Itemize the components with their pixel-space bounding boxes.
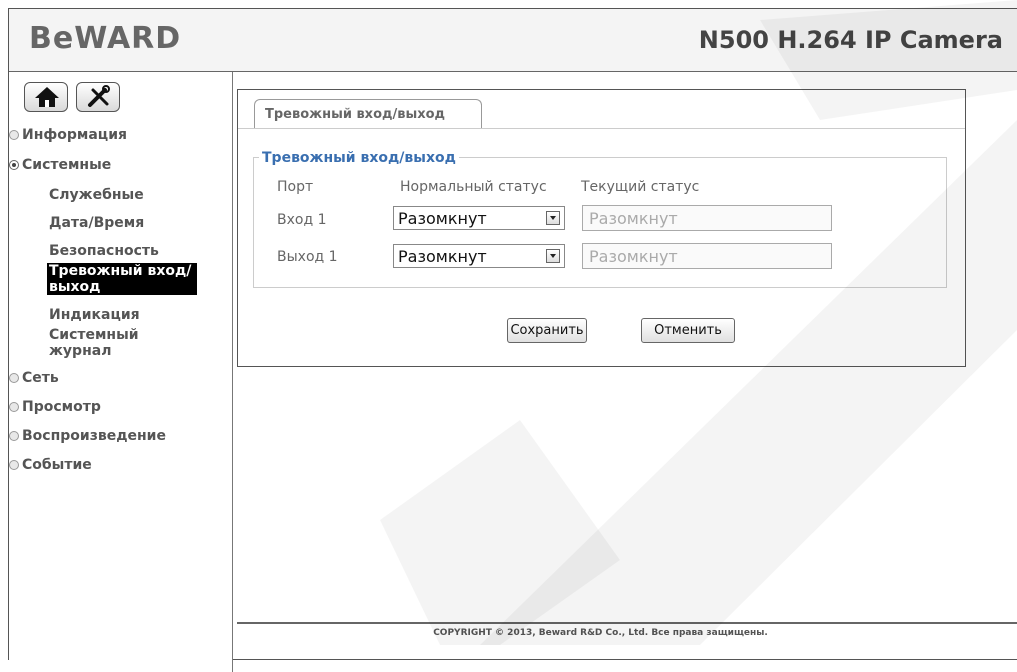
subitem-service[interactable]: Служебные [49,187,144,203]
home-button[interactable] [24,82,68,112]
radio-icon [9,460,19,470]
header: BeWARD N500 H.264 IP Camera [9,9,1017,72]
copyright-text: COPYRIGHT © 2013, Beward R&D Co., Ltd. В… [433,628,768,638]
column-current-status: Текущий статус [581,179,700,195]
normal-status-select-output-1[interactable]: Разомкнут [393,244,565,268]
sidebar-item-event[interactable]: Событие [9,457,92,473]
subitem-system-log[interactable]: Системный журнал [49,327,159,359]
subitem-security[interactable]: Безопасность [49,243,159,259]
chevron-down-icon [546,249,560,263]
cancel-button[interactable]: Отменить [641,318,735,343]
save-button[interactable]: Сохранить [507,318,587,343]
camera-title: N500 H.264 IP Camera [698,26,1003,54]
column-port: Порт [277,179,314,195]
radio-icon [9,402,19,412]
footer-divider [237,622,1017,624]
chevron-down-icon [546,211,560,225]
radio-icon [9,431,19,441]
sidebar-item-label: Информация [22,127,127,143]
settings-button[interactable] [76,82,120,112]
port-output-1: Выход 1 [277,249,338,265]
select-value: Разомкнут [398,209,487,228]
port-input-1: Вход 1 [277,212,327,228]
normal-status-select-input-1[interactable]: Разомкнут [393,206,565,230]
sidebar-item-label: Воспроизведение [22,428,166,444]
tools-icon [88,85,110,107]
column-normal-status: Нормальный статус [400,179,547,195]
sidebar-item-system[interactable]: Системные [9,157,111,173]
fieldset-legend: Тревожный вход/выход [259,150,459,166]
select-value: Разомкнут [398,247,487,266]
beward-logo: BeWARD [29,21,182,56]
sidebar-item-info[interactable]: Информация [9,127,127,143]
radio-icon [9,130,19,140]
sidebar-item-label: Событие [22,457,92,473]
content-panel: Тревожный вход/выход Тревожный вход/выхо… [237,89,966,367]
current-status-input-1: Разомкнут [582,205,832,231]
tab-divider [238,128,965,129]
sidebar-item-network[interactable]: Сеть [9,370,59,386]
subitem-alarm-io[interactable]: Тревожный вход/выход [47,263,197,295]
tab-alarm-io[interactable]: Тревожный вход/выход [254,99,482,129]
sidebar-item-playback[interactable]: Воспроизведение [9,428,166,444]
sidebar-item-label: Системные [22,157,112,173]
radio-selected-icon [9,160,19,170]
subitem-datetime[interactable]: Дата/Время [49,215,144,231]
sidebar-item-label: Сеть [22,370,59,386]
radio-icon [9,373,19,383]
sidebar-item-label: Просмотр [22,399,101,415]
sidebar: Информация Системные Служебные Дата/Врем… [9,72,233,672]
sidebar-item-view[interactable]: Просмотр [9,399,101,415]
subitem-indication[interactable]: Индикация [49,307,140,323]
home-icon [35,87,59,107]
current-status-output-1: Разомкнут [582,243,832,269]
